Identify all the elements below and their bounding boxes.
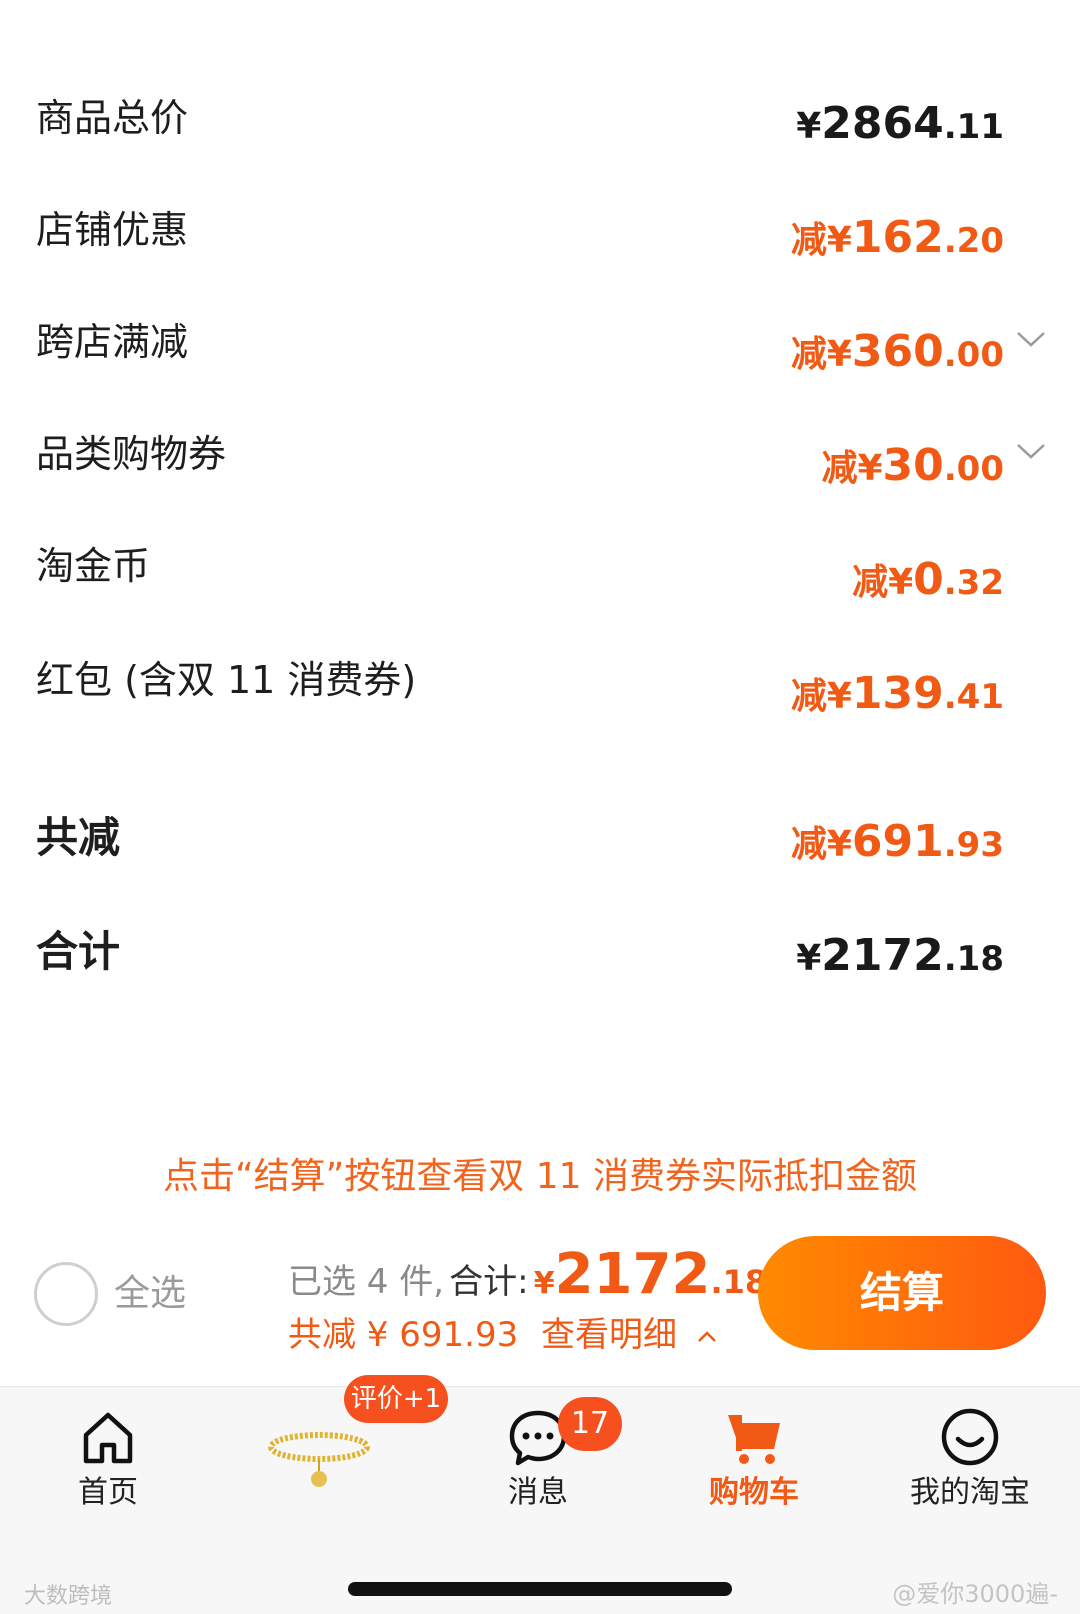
home-icon [83, 1412, 133, 1464]
row-amount: 减¥691.93 [790, 816, 1004, 867]
row-amount: ¥2864.11 [796, 98, 1004, 149]
row-amount: 减¥30.00 [821, 440, 1004, 491]
row-category-coupon[interactable]: 品类购物券 减¥30.00 [0, 424, 1080, 491]
view-details-link[interactable]: 共减 ¥ 691.93 查看明细 [288, 1310, 720, 1360]
row-total-discount: 共减 减¥691.93 [0, 808, 1080, 868]
details-label[interactable]: 查看明细 [541, 1315, 677, 1355]
row-cross-store-discount[interactable]: 跨店满减 减¥360.00 [0, 312, 1080, 377]
row-label: 淘金币 [36, 544, 151, 588]
cart-icon [728, 1415, 780, 1464]
row-grand-total: 合计 ¥2172.18 [0, 922, 1080, 982]
row-label: 品类购物券 [36, 432, 227, 476]
row-shop-discount: 店铺优惠 减¥162.20 [0, 200, 1080, 263]
row-taojinbi: 淘金币 减¥0.32 [0, 536, 1080, 605]
smile-icon [941, 1408, 999, 1466]
bracelet-thumbnail [268, 1432, 370, 1487]
watermark-left: 大数跨境 [24, 1584, 113, 1609]
tab-label: 首页 [78, 1475, 138, 1510]
tab-cart[interactable]: 购物车 [664, 1387, 844, 1527]
total-int: 2172 [554, 1242, 711, 1307]
row-amount: 减¥360.00 [790, 326, 1004, 377]
row-label: 商品总价 [36, 96, 189, 140]
row-label: 跨店满减 [36, 320, 189, 364]
checkout-bar: 全选 已选 4 件, 合计: ¥2172.18 共减 ¥ 691.93 查看明细… [0, 1230, 1080, 1360]
row-red-packet: 红包 (含双 11 消费券) 减¥139.41 [0, 650, 1080, 719]
row-amount: 减¥162.20 [790, 212, 1004, 263]
row-label: 红包 (含双 11 消费券) [36, 658, 417, 702]
summary-total: 已选 4 件, 合计: ¥2172.18 [288, 1240, 767, 1310]
row-label: 共减 [36, 813, 121, 862]
chevron-up-icon[interactable] [694, 1324, 720, 1350]
tab-label: 我的淘宝 [910, 1475, 1030, 1510]
row-label: 合计 [36, 927, 121, 976]
row-amount: ¥2172.18 [796, 930, 1004, 981]
row-item-total: 商品总价 ¥2864.11 [0, 88, 1080, 149]
select-all-label[interactable]: 全选 [114, 1266, 186, 1322]
coupon-tip: 点击“结算”按钮查看双 11 消费券实际抵扣金额 [163, 1156, 917, 1197]
discount-summary: 共减 ¥ 691.93 [288, 1315, 519, 1355]
chevron-down-icon[interactable] [1014, 434, 1048, 468]
row-label: 店铺优惠 [36, 208, 189, 252]
watermark-right: @爱你3000遍- [892, 1580, 1058, 1608]
message-count-badge: 17 [558, 1397, 622, 1451]
tab-home[interactable]: 首页 [18, 1387, 198, 1527]
tab-label: 消息 [508, 1475, 568, 1510]
total-yen: ¥ [533, 1266, 555, 1301]
row-amount: 减¥139.41 [790, 668, 1004, 719]
selected-count: 已选 4 件, [288, 1262, 445, 1302]
tab-my-taobao[interactable]: 我的淘宝 [880, 1387, 1060, 1527]
chevron-down-icon[interactable] [1014, 322, 1048, 356]
row-amount: 减¥0.32 [852, 554, 1004, 605]
review-badge: 评价+1 [344, 1375, 448, 1423]
tab-label: 购物车 [709, 1475, 799, 1510]
select-all-checkbox[interactable] [34, 1262, 98, 1326]
total-label: 合计: [449, 1262, 529, 1302]
home-indicator [348, 1582, 732, 1596]
checkout-button[interactable]: 结算 [758, 1236, 1046, 1350]
